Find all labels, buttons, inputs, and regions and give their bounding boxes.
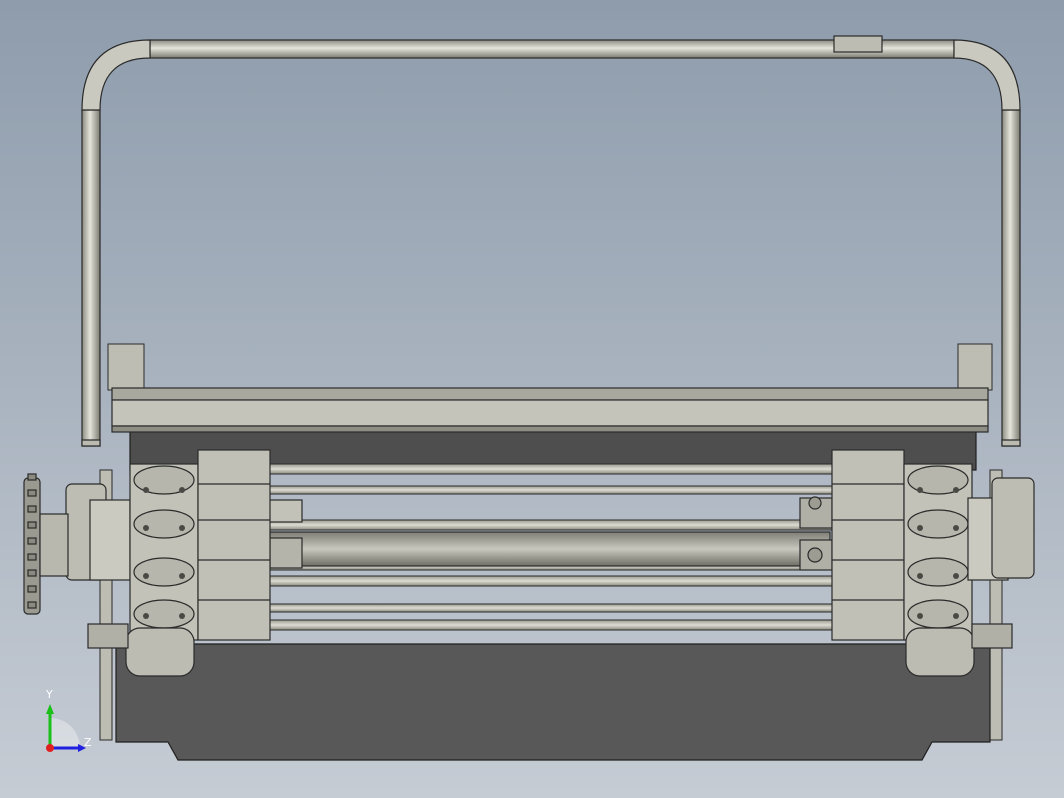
- triad-z-label: Z: [84, 736, 92, 749]
- top-cover-plate: [111, 387, 989, 433]
- model-canvas[interactable]: [0, 0, 1064, 798]
- cad-graphics-viewport[interactable]: Y Z: [0, 0, 1064, 798]
- triad-y-label: Y: [46, 688, 53, 701]
